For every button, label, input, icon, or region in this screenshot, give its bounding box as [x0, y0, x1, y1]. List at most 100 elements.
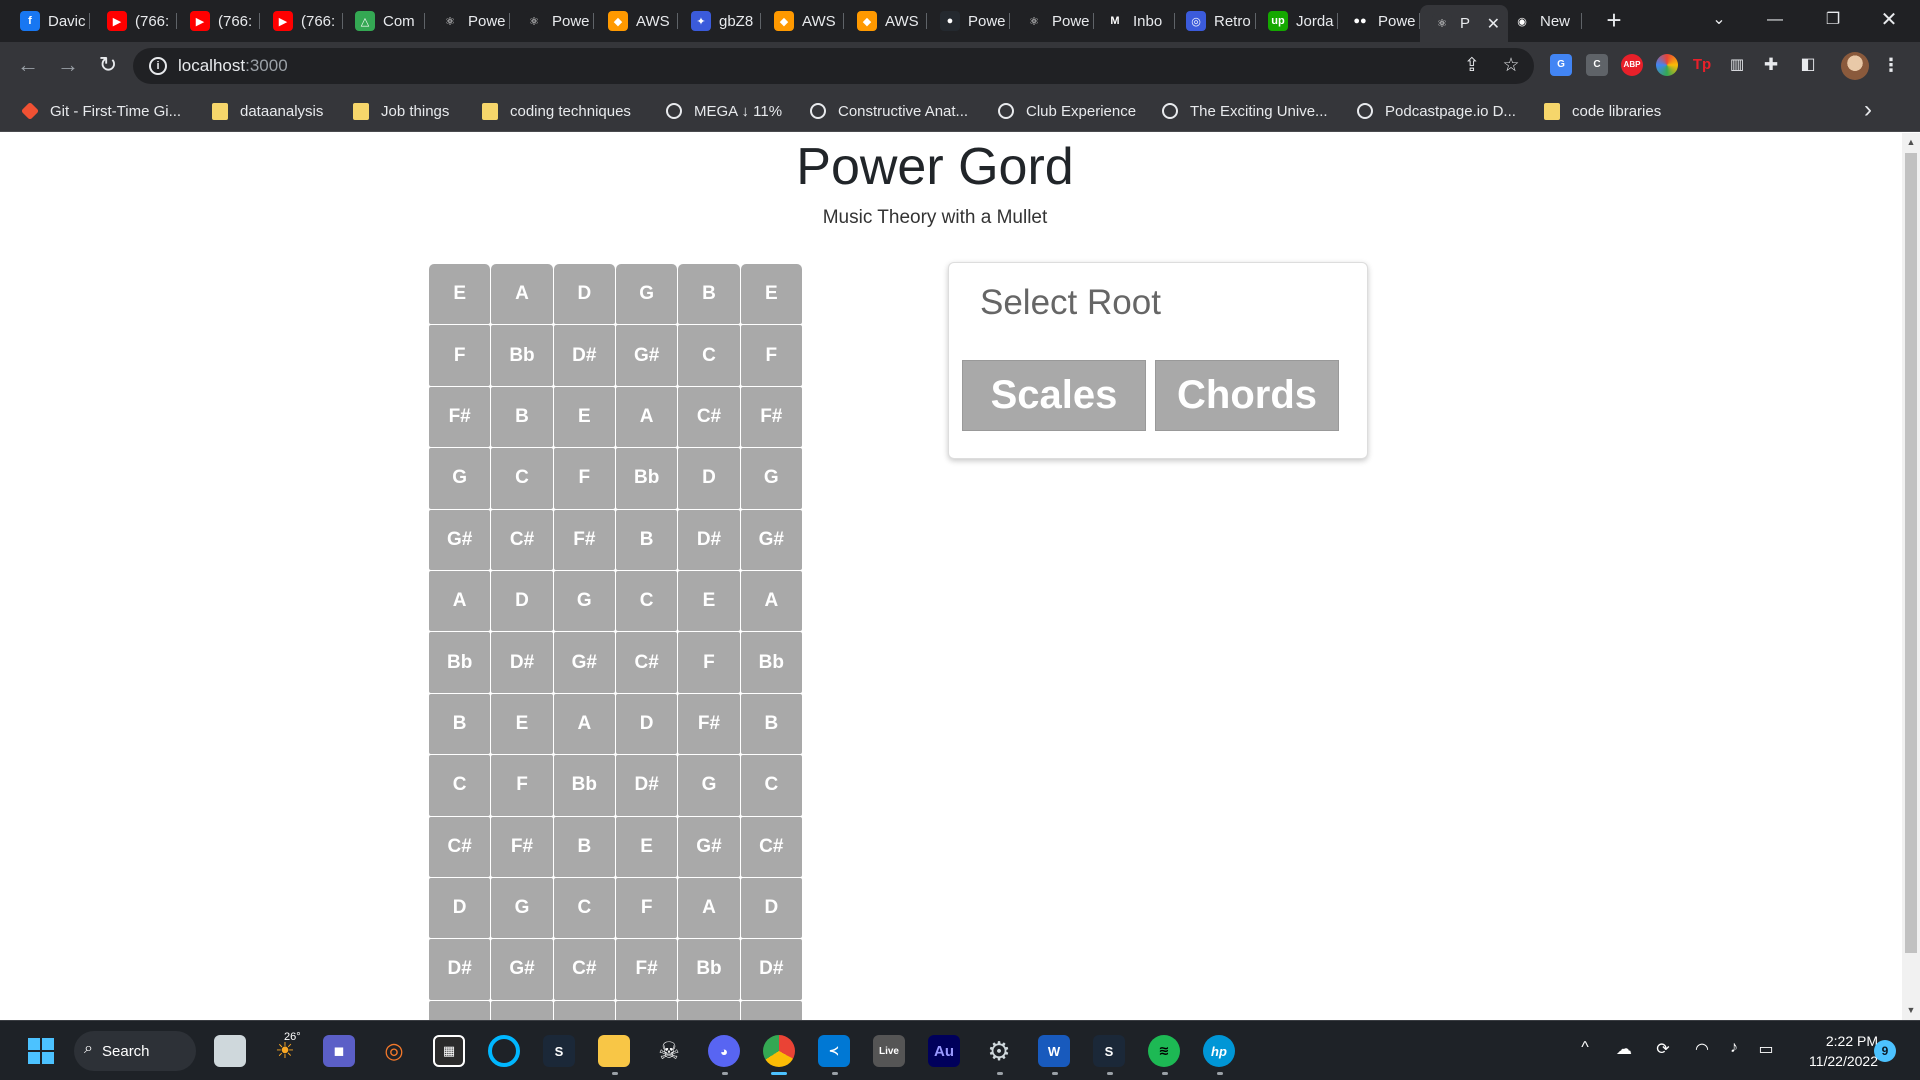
scales-button[interactable]: Scales	[962, 360, 1146, 431]
fret-note[interactable]: A	[740, 570, 802, 632]
tray-overflow-chevron-icon[interactable]: ^	[1573, 1039, 1597, 1057]
fret-note[interactable]: F	[429, 325, 491, 386]
fret-note[interactable]: B	[678, 264, 740, 325]
new-tab-button[interactable]: +	[1599, 6, 1629, 36]
fret-note[interactable]: E	[740, 264, 802, 325]
browser-tab[interactable]: M Inbo	[1093, 5, 1175, 37]
browser-tab[interactable]: ◎ Retro	[1174, 5, 1256, 37]
fret-note[interactable]: B	[491, 386, 553, 448]
steam-icon[interactable]: S	[543, 1035, 575, 1067]
store-icon[interactable]: ▦	[433, 1035, 465, 1067]
fret-note[interactable]: E	[429, 264, 491, 325]
fret-note[interactable]: Bb	[678, 939, 740, 1000]
fret-note[interactable]: A	[678, 877, 740, 939]
browser-tab[interactable]: ●● Powe	[1338, 5, 1420, 37]
fret-note[interactable]: C	[553, 877, 615, 939]
browser-tab[interactable]: ⚛ Powe	[1012, 5, 1094, 37]
bookmark-item[interactable]: Podcastpage.io D...	[1357, 100, 1516, 122]
bookmark-item[interactable]: Constructive Anat...	[810, 100, 968, 122]
audition-icon[interactable]: Au	[928, 1035, 960, 1067]
steam-icon-2[interactable]: S	[1093, 1035, 1125, 1067]
chrome-icon[interactable]	[763, 1035, 795, 1067]
bookmarks-overflow-chevron-icon[interactable]: ›	[1864, 96, 1872, 124]
tab-search-chevron-icon[interactable]: ⌄	[1696, 0, 1742, 42]
fret-note[interactable]: D#	[429, 939, 491, 1000]
fret-note[interactable]: C	[615, 570, 678, 632]
chords-button[interactable]: Chords	[1155, 360, 1339, 431]
ring-extension-icon[interactable]	[1656, 54, 1678, 76]
forward-button[interactable]: →	[52, 50, 84, 82]
side-panel-icon[interactable]: ◧	[1797, 54, 1819, 76]
fret-note[interactable]	[491, 1000, 553, 1020]
fret-note[interactable]: F#	[553, 509, 615, 570]
scrollbar-thumb[interactable]	[1905, 153, 1917, 953]
fret-note[interactable]: E	[615, 816, 678, 877]
fret-note[interactable]: Bb	[615, 448, 678, 509]
fret-note[interactable]: Bb	[491, 325, 553, 386]
fret-note[interactable]: F#	[491, 816, 553, 877]
spotify-icon[interactable]: ≋	[1148, 1035, 1180, 1067]
browser-tab[interactable]: ◆ AWS	[596, 5, 678, 37]
fret-note[interactable]: C#	[615, 632, 678, 693]
task-view-icon[interactable]	[214, 1035, 246, 1067]
page-scrollbar[interactable]: ▲ ▼	[1902, 133, 1920, 1020]
fret-note[interactable]: F#	[429, 386, 491, 448]
browser-tab[interactable]: ● Powe	[928, 5, 1010, 37]
discord-icon[interactable]: ◕	[708, 1035, 740, 1067]
restore-button[interactable]: ❐	[1810, 0, 1856, 42]
bookmark-item[interactable]: Club Experience	[998, 100, 1136, 122]
fret-note[interactable]: E	[491, 693, 553, 755]
browser-tab[interactable]: ▶ (766:	[261, 5, 343, 37]
fret-note[interactable]: F	[491, 755, 553, 816]
profile-avatar[interactable]	[1841, 52, 1869, 80]
tp-extension-icon[interactable]: Tp	[1691, 54, 1713, 76]
browser-tab[interactable]: ◆ AWS	[762, 5, 844, 37]
fret-note[interactable]: B	[740, 693, 802, 755]
fret-note[interactable]: A	[615, 386, 678, 448]
windows-start-icon[interactable]	[25, 1035, 57, 1067]
wifi-icon[interactable]: ◠	[1690, 1039, 1714, 1059]
bookmark-item[interactable]: dataanalysis	[212, 100, 323, 122]
vscode-icon[interactable]: ≺	[818, 1035, 850, 1067]
fret-note[interactable]: B	[615, 509, 678, 570]
fret-note[interactable]: E	[553, 386, 615, 448]
fret-note[interactable]: D	[740, 877, 802, 939]
fret-note[interactable]: A	[429, 570, 491, 632]
fret-note[interactable]: F#	[740, 386, 802, 448]
fret-note[interactable]: D#	[740, 939, 802, 1000]
reload-button[interactable]: ↻	[92, 50, 124, 82]
fret-note[interactable]: Bb	[553, 755, 615, 816]
settings-gear-icon[interactable]: ⚙	[983, 1035, 1015, 1067]
browser-tab[interactable]: ▶ (766:	[178, 5, 260, 37]
browser-tab[interactable]: △ Com	[343, 5, 425, 37]
fret-note[interactable]: F	[678, 632, 740, 693]
bookmark-item[interactable]: Job things	[353, 100, 449, 122]
fret-note[interactable]: G	[553, 570, 615, 632]
fret-note[interactable]: F	[740, 325, 802, 386]
browser-tab[interactable]: ⚛ Powe	[512, 5, 594, 37]
fret-note[interactable]: G#	[429, 509, 491, 570]
fret-note[interactable]: C#	[491, 509, 553, 570]
fret-note[interactable]	[429, 1000, 491, 1020]
close-tab-icon[interactable]: ✕	[1487, 14, 1500, 34]
game-app-icon[interactable]: ☠	[653, 1035, 685, 1067]
fret-note[interactable]: B	[429, 693, 491, 755]
volume-icon[interactable]: ♪	[1722, 1039, 1746, 1057]
fret-note[interactable]: D#	[553, 325, 615, 386]
ableton-live-icon[interactable]: Live	[873, 1035, 905, 1067]
fret-note[interactable]: D#	[615, 755, 678, 816]
sync-icon[interactable]: ⟳	[1651, 1039, 1675, 1059]
minimize-button[interactable]: —	[1752, 0, 1798, 42]
fret-note[interactable]: C	[491, 448, 553, 509]
fret-note[interactable]: D	[553, 264, 615, 325]
file-explorer-icon[interactable]	[598, 1035, 630, 1067]
back-button[interactable]: ←	[12, 50, 44, 82]
fret-note[interactable]: B	[553, 816, 615, 877]
bookmark-item[interactable]: Git - First-Time Gi...	[20, 100, 181, 122]
blender-icon[interactable]: ◎	[378, 1035, 410, 1067]
browser-tab[interactable]: ⚛ P ✕	[1420, 5, 1508, 42]
browser-tab[interactable]: ✦ gbZ8	[679, 5, 761, 37]
bookmark-item[interactable]: The Exciting Unive...	[1162, 100, 1328, 122]
fret-note[interactable]	[553, 1000, 615, 1020]
bookmark-item[interactable]: MEGA ↓ 11%	[666, 100, 782, 122]
